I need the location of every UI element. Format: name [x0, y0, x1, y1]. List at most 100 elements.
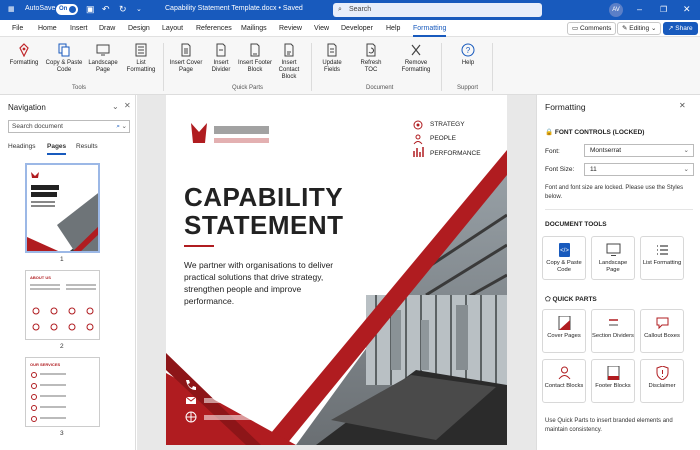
ribbon-group-tools: Tools [72, 85, 87, 91]
tab-formatting[interactable]: Formatting [413, 25, 447, 37]
tab-design[interactable]: Design [128, 25, 150, 32]
divider-page-icon [216, 43, 226, 57]
editing-button[interactable]: ✎ Editing ⌄ [617, 22, 662, 35]
ribbon-list-formatting-button[interactable]: List Formatting [124, 43, 158, 74]
cover-page-icon [558, 316, 570, 330]
brand-logo-icon [191, 123, 207, 143]
page-number: 2 [60, 343, 64, 350]
ribbon-group-support: Support [457, 85, 479, 91]
quick-section-dividers[interactable]: Section Dividers [591, 309, 635, 353]
nav-tab-results[interactable]: Results [76, 143, 98, 150]
autosave-toggle[interactable]: On [56, 4, 78, 15]
shield-icon [656, 366, 668, 380]
quick-contact-blocks[interactable]: Contact Blocks [542, 359, 586, 403]
search-input[interactable]: ⌕ Search [333, 3, 542, 17]
document-heading: CAPABILITY STATEMENT [184, 182, 344, 240]
title-bar: ▦ AutoSave On ▣ ↶ ↻ ⌄ Capability Stateme… [0, 0, 700, 20]
collapse-icon[interactable]: ⌄ [112, 102, 119, 111]
customize-icon[interactable]: ⌄ [136, 4, 142, 15]
ribbon-refresh-toc-button[interactable]: Refresh TOC [356, 43, 386, 74]
ribbon-insert-footer-button[interactable]: Insert Footer Block [238, 43, 272, 74]
ribbon-update-fields-button[interactable]: Update Fields [316, 43, 348, 74]
page-thumbnail-preview: ABOUT US [26, 271, 99, 339]
font-size-select[interactable]: 11 ⌄ [584, 163, 694, 176]
font-label: Font: [545, 148, 560, 155]
tab-references[interactable]: References [196, 25, 232, 32]
tab-help[interactable]: Help [386, 25, 400, 32]
maximize-icon[interactable]: ❐ [660, 4, 667, 15]
close-icon[interactable]: ✕ [124, 101, 131, 110]
document-tools-heading: DOCUMENT TOOLS [545, 221, 607, 228]
footer-icon [607, 366, 619, 380]
avatar[interactable]: AV [609, 3, 623, 17]
list-icon [135, 43, 147, 57]
ribbon-insert-contact-button[interactable]: Insert Contact Block [272, 43, 306, 81]
redo-icon[interactable]: ↻ [119, 4, 127, 15]
tab-home[interactable]: Home [38, 25, 57, 32]
tab-file[interactable]: File [12, 25, 23, 32]
ribbon-insert-cover-button[interactable]: Insert Cover Page [168, 43, 204, 74]
share-button[interactable]: ↗ Share [663, 22, 698, 35]
divider-icon [608, 319, 618, 326]
tool-landscape-page[interactable]: Landscape Page [591, 236, 635, 280]
ribbon-formatting-button[interactable]: Formatting [6, 43, 42, 67]
ribbon-help-button[interactable]: ? Help [452, 43, 484, 67]
tab-insert[interactable]: Insert [70, 25, 88, 32]
tab-view[interactable]: View [314, 25, 329, 32]
quick-footer-blocks[interactable]: Footer Blocks [591, 359, 635, 403]
formatting-pane-title: Formatting [545, 102, 586, 112]
save-icon[interactable]: ▣ [86, 4, 95, 15]
ribbon-separator [492, 43, 493, 91]
font-locked-note: Font and font size are locked. Please us… [545, 185, 684, 200]
ribbon-landscape-button[interactable]: Landscape Page [86, 43, 120, 74]
ribbon-separator [441, 43, 442, 91]
tab-review[interactable]: Review [279, 25, 302, 32]
navigation-search-input[interactable]: Search document ⌕ ⌄ [8, 120, 130, 133]
ribbon-group-document: Document [366, 85, 394, 91]
thumbnail-heading: ABOUT US [30, 275, 51, 280]
quick-parts-icon: ⬠ [545, 296, 551, 303]
tool-copy-paste-code[interactable]: </> Copy & Paste Code [542, 236, 586, 280]
page-thumbnail-1[interactable] [25, 163, 100, 253]
help-icon: ? [461, 43, 475, 57]
page-icon [181, 43, 191, 57]
document-page[interactable]: STRATEGY PEOPLE PERFORMANCE CAPABILITY S… [166, 95, 507, 445]
ribbon-copy-paste-button[interactable]: Copy & Paste Code [44, 43, 84, 74]
ribbon-remove-formatting-button[interactable]: Remove Formatting [396, 43, 436, 74]
tool-list-formatting[interactable]: List Formatting [640, 236, 684, 280]
ribbon-separator [163, 43, 164, 91]
page-number: 1 [60, 256, 64, 263]
people-icon [415, 134, 421, 140]
font-select[interactable]: Montserrat ⌄ [584, 144, 694, 157]
contact-icon [558, 366, 570, 380]
font-controls-heading: 🔒 FONT CONTROLS (LOCKED) [545, 129, 645, 136]
page-thumbnail-3[interactable]: OUR SERVICES [25, 357, 100, 427]
quick-cover-pages[interactable]: Cover Pages [542, 309, 586, 353]
page-thumbnail-2[interactable]: ABOUT US [25, 270, 100, 340]
feature-performance: PERFORMANCE [430, 150, 481, 157]
close-icon[interactable]: ✕ [683, 4, 691, 15]
close-icon[interactable]: ✕ [679, 101, 686, 110]
nav-tab-headings[interactable]: Headings [8, 143, 35, 150]
tab-draw[interactable]: Draw [99, 25, 115, 32]
chevron-down-icon[interactable]: ⌄ [122, 121, 127, 132]
minimize-icon[interactable]: – [637, 4, 642, 15]
quick-disclaimer[interactable]: Disclaimer [640, 359, 684, 403]
code-icon: </> [558, 243, 570, 257]
monitor-icon [96, 44, 110, 56]
nav-tab-pages[interactable]: Pages [47, 143, 67, 155]
ribbon-insert-divider-button[interactable]: Insert Divider [206, 43, 236, 74]
ribbon: Formatting Copy & Paste Code Landscape P… [0, 37, 700, 95]
tab-mailings[interactable]: Mailings [241, 25, 267, 32]
feature-people: PEOPLE [430, 135, 457, 142]
undo-icon[interactable]: ↶ [102, 4, 110, 15]
copy-icon [58, 43, 70, 57]
divider [545, 209, 693, 210]
ribbon-group-quickparts: Quick Parts [232, 85, 264, 91]
quick-callout-boxes[interactable]: Callout Boxes [640, 309, 684, 353]
tab-layout[interactable]: Layout [162, 25, 183, 32]
tab-developer[interactable]: Developer [341, 25, 373, 32]
lock-icon: 🔒 [545, 129, 554, 136]
navigation-pane: Navigation ⌄ ✕ Search document ⌕ ⌄ Headi… [0, 95, 136, 450]
comments-button[interactable]: ▭ Comments [567, 22, 617, 35]
